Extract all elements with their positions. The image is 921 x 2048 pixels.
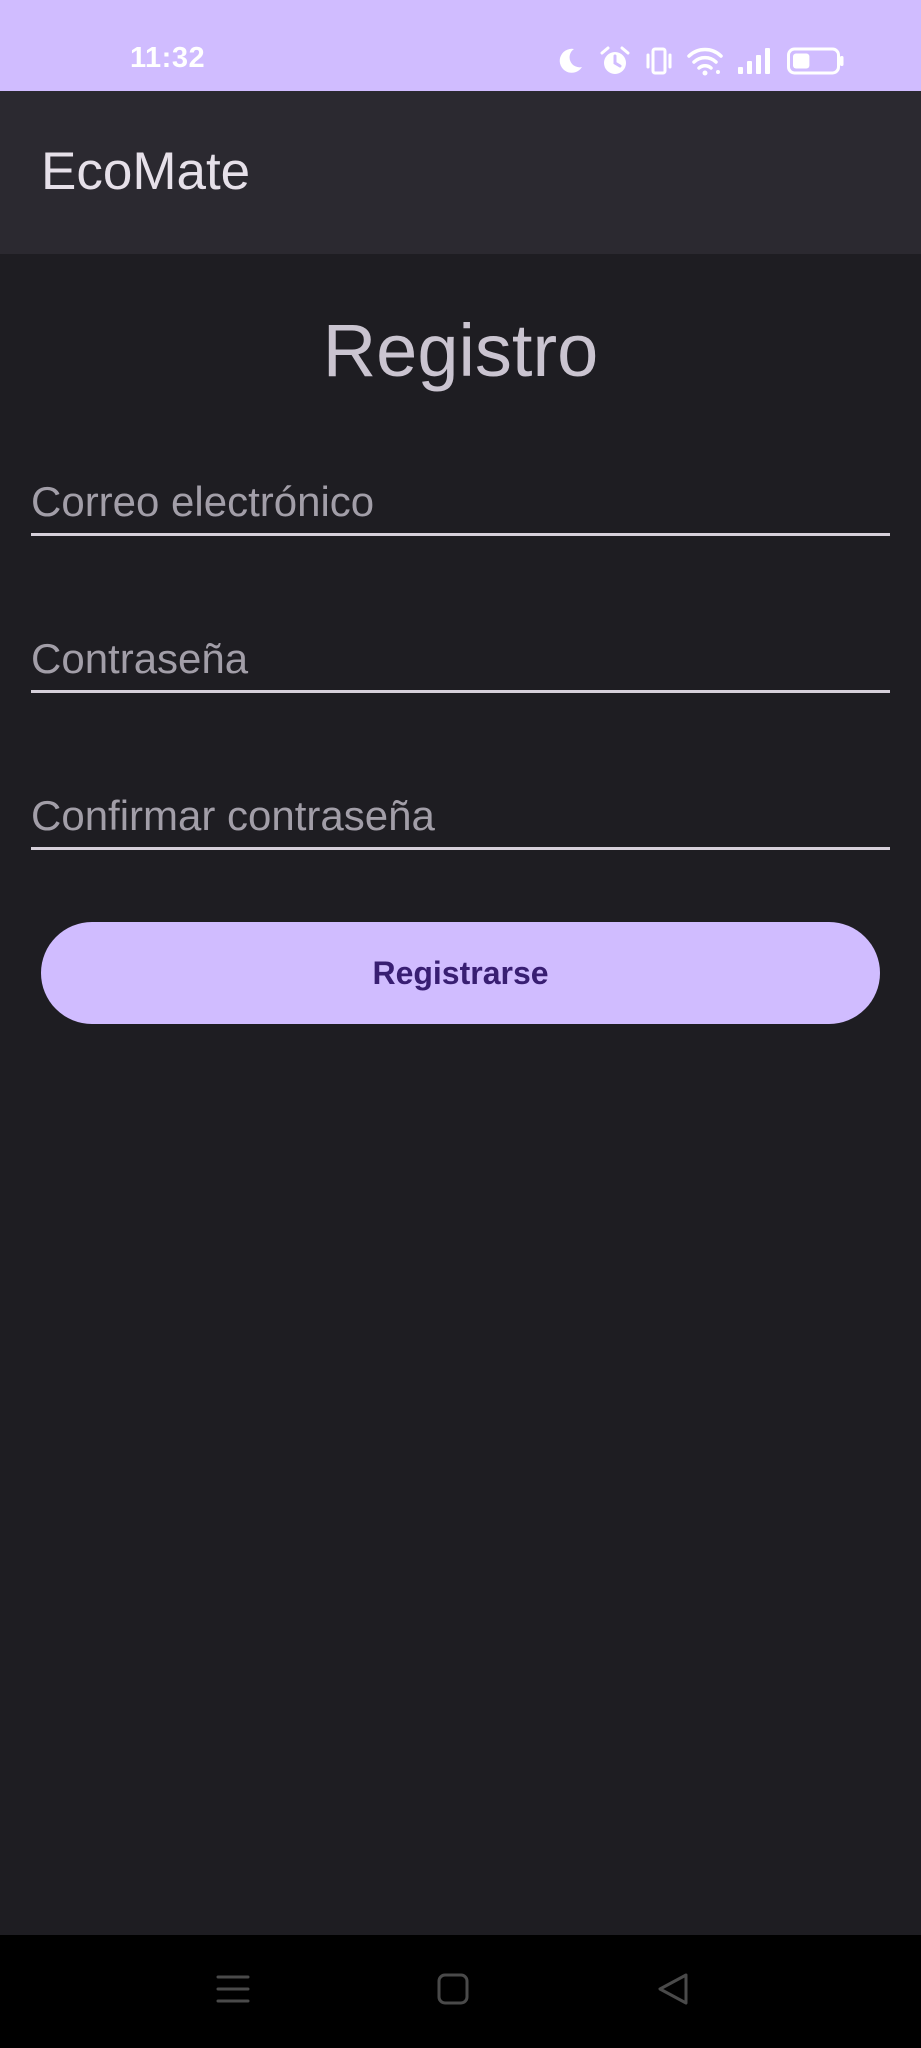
screen: 11:32 EcoMate Registro Correo electrónic…: [0, 0, 921, 2048]
page-title: Registro: [322, 309, 599, 392]
email-field: [31, 471, 890, 536]
status-icons: [555, 44, 845, 78]
battery-icon: [787, 47, 845, 75]
password-input[interactable]: [31, 628, 890, 690]
alarm-icon: [599, 45, 631, 77]
navigation-bar: [0, 1935, 921, 2048]
back-icon: [657, 1972, 689, 2011]
email-input[interactable]: [31, 471, 890, 533]
app-title: EcoMate: [41, 142, 251, 201]
wifi-icon: [687, 46, 723, 76]
back-button[interactable]: [643, 1965, 703, 2017]
password-field: [31, 628, 890, 693]
app-bar: EcoMate: [0, 91, 921, 254]
home-button[interactable]: [423, 1965, 483, 2017]
vibrate-icon: [645, 46, 673, 76]
moon-icon: [555, 46, 585, 76]
status-time: 11:32: [130, 42, 206, 74]
home-icon: [437, 1973, 469, 2010]
menu-icon: [216, 1973, 250, 2010]
recent-apps-button[interactable]: [203, 1965, 263, 2017]
signal-icon: [737, 47, 773, 75]
status-bar: 11:32: [0, 0, 921, 91]
confirm-password-field: [31, 785, 890, 850]
register-button[interactable]: Registrarse: [41, 922, 880, 1024]
confirm-password-input[interactable]: [31, 785, 890, 847]
